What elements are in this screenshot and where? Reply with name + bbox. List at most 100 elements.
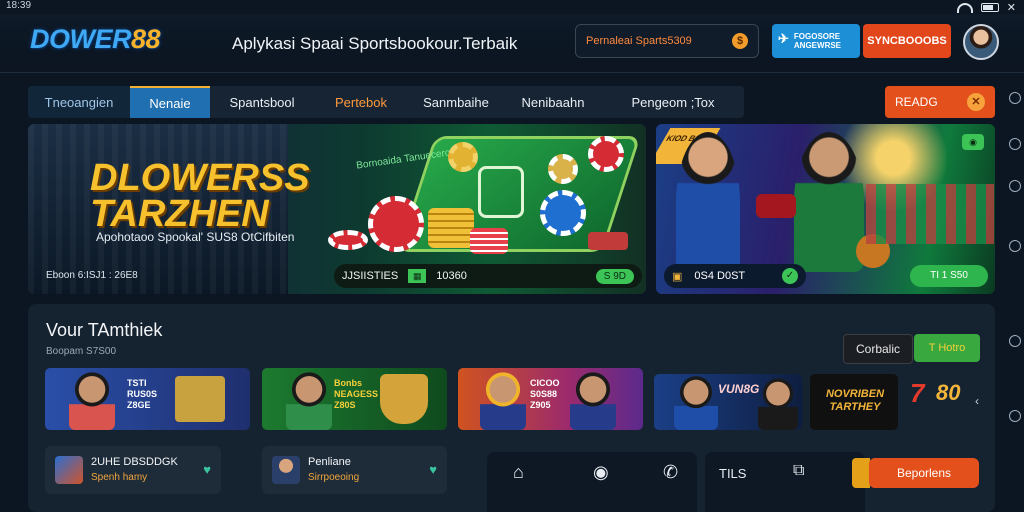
player-figure [69, 372, 115, 430]
nav-item-1[interactable]: Nenaie [130, 86, 210, 118]
hero-banner-main[interactable]: DLOWERSS TARZHEN Apohotaoo Spookal' SUS8… [28, 124, 646, 294]
ticket-icon: ▦ [408, 269, 427, 283]
list-item[interactable]: 2UHE DBSDDGK Spenh hamy ♥ [45, 446, 221, 494]
ticket-icon: ▣ [672, 270, 683, 283]
nav-item-5[interactable]: Nenibaahn [504, 86, 602, 118]
bottom-dock-secondary: TILS ⧉ [705, 452, 865, 512]
check-icon: ✓ [782, 268, 798, 284]
banner-subtitle: Apohotaoo Spookal' SUS8 OtCifbiten [96, 230, 295, 244]
filter-button-hot[interactable]: T Hotro [914, 334, 980, 362]
hero-banner-secondary[interactable]: KIOD BOPS ◉ ▣ 0S4 D0ST ✓ TI 1 S50 [656, 124, 995, 294]
chip-icon [540, 190, 586, 236]
game-card-text: TSTI RUS0S Z8GE [127, 378, 158, 410]
game-card-text: Bonbs NEAGESS Z80S [334, 378, 379, 410]
banner-bar-pill[interactable]: S 9D [595, 268, 634, 284]
nav-item-2[interactable]: Spantsbool [210, 86, 314, 118]
app-download-label: FOGOSORE ANGEWRSE [793, 32, 842, 50]
thumbnail [272, 456, 300, 484]
game-card[interactable]: TSTI RUS0S Z8GE [45, 368, 250, 430]
nav-item-4[interactable]: Sanmbaihe [408, 86, 504, 118]
banner-bar-label: JJSIISTIES [342, 270, 399, 282]
heart-icon[interactable]: ♥ [429, 462, 437, 477]
list-item-title: 2UHE DBSDDGK [91, 456, 178, 468]
promo-pill[interactable]: Pernaleai Sparts5309 $ [575, 24, 759, 58]
list-item-sub: Spenh hamy [91, 472, 148, 483]
chip-stack-icon [428, 208, 474, 248]
controller-icon [588, 232, 628, 250]
player-figure [794, 132, 864, 272]
game-card[interactable]: Bonbs NEAGESS Z80S [262, 368, 447, 430]
banner2-info-bar[interactable]: ▣ 0S4 D0ST ✓ [664, 264, 806, 288]
player-figure [480, 372, 526, 430]
side-rail-icon[interactable] [1009, 138, 1021, 150]
thumbnail [55, 456, 83, 484]
heart-icon[interactable]: ♥ [203, 462, 211, 477]
status-bar: 18:39 ✕ [0, 0, 1024, 14]
circle-icon[interactable]: ◉ [593, 462, 609, 483]
nav-item-3[interactable]: Pertebok [314, 86, 408, 118]
tagline: Aplykasi Spaai Sportsbookour.Terbaik [232, 34, 518, 53]
nav-item-6[interactable]: Pengeom ;Tox [602, 86, 744, 118]
logo-text: DOWER [30, 24, 132, 54]
read-button[interactable]: READG ✕ [885, 86, 995, 118]
football-icon [756, 194, 796, 218]
player-figure [674, 376, 718, 430]
banner-title-line1: DLOWERSS [90, 157, 310, 199]
home-icon[interactable]: ⌂ [513, 462, 524, 483]
read-label: READG [895, 95, 938, 109]
promo-text: Pernaleai Sparts5309 [586, 35, 692, 47]
dock-label[interactable]: TILS [719, 466, 746, 481]
list-item-sub: Sirrpoeoing [308, 472, 360, 483]
game-card[interactable]: NOVRIBEN TARTHEY [810, 374, 898, 430]
player-figure [758, 378, 798, 430]
player-figure [286, 372, 332, 430]
side-rail-icon[interactable] [1009, 335, 1021, 347]
trophy-icon [175, 376, 225, 422]
clock-icon[interactable] [1009, 180, 1021, 192]
side-rail-icon[interactable] [1009, 240, 1021, 252]
chip-icon [368, 196, 424, 252]
player-figure [570, 372, 616, 430]
list-item[interactable]: Penliane Sirrpoeoing ♥ [262, 446, 447, 494]
banner-title: DLOWERSS TARZHEN [90, 157, 310, 233]
chip-icon [588, 136, 624, 172]
close-icon[interactable]: ✕ [1007, 1, 1016, 14]
phone-icon[interactable]: ✆ [663, 462, 678, 483]
app-download-button[interactable]: ✈ FOGOSORE ANGEWRSE [772, 24, 860, 58]
chip-icon [548, 154, 578, 184]
filter-button-category[interactable]: Corbalic [843, 334, 913, 364]
logo[interactable]: DOWER88 [30, 24, 161, 55]
game-card[interactable]: 7 80 [910, 374, 972, 430]
share-icon[interactable]: ⧉ [793, 462, 804, 480]
avatar[interactable] [963, 24, 999, 60]
shield-icon [380, 374, 428, 424]
banner-bar-amount: 10360 [436, 270, 467, 282]
wifi-icon [956, 2, 973, 13]
banner-info-bar[interactable]: JJSIISTIES ▦ 10360 S 9D [334, 264, 642, 288]
battery-icon [980, 3, 999, 12]
nav-item-0[interactable]: Tneoangien [28, 86, 130, 118]
game-card[interactable]: VUN8G [654, 374, 802, 430]
card-icon [478, 166, 524, 218]
game-card-text: NOVRIBEN TARTHEY [825, 388, 885, 413]
game-card-text: CICOO S0S88 Z905 [530, 378, 560, 410]
chevron-left-icon[interactable]: ‹ [975, 394, 979, 408]
side-rail-icon[interactable] [1009, 92, 1021, 104]
game-card[interactable]: CICOO S0S88 Z905 [458, 368, 643, 430]
download-icon: ✈ [778, 31, 789, 46]
status-icons: ✕ [956, 1, 1016, 14]
banner2-pill[interactable]: TI 1 S50 [910, 265, 988, 287]
chip-icon [328, 230, 368, 250]
signup-button[interactable]: SYNCBOOOBS [863, 24, 951, 58]
game-card-text: VUN8G [718, 382, 760, 396]
coin-icon: $ [732, 33, 748, 49]
header: DOWER88 Aplykasi Spaai Sportsbookour.Ter… [0, 14, 1024, 73]
list-item-title: Penliane [308, 456, 351, 468]
deposit-button[interactable]: Beporlens [869, 458, 979, 488]
side-rail-icon[interactable] [1009, 410, 1021, 422]
player-figure [676, 132, 740, 272]
side-tab[interactable] [852, 458, 870, 488]
section-subtitle: Boopam S7S00 [46, 346, 117, 357]
main-nav: Tneoangien Nenaie Spantsbool Pertebok Sa… [28, 86, 744, 118]
chat-icon[interactable]: ◉ [962, 134, 984, 150]
